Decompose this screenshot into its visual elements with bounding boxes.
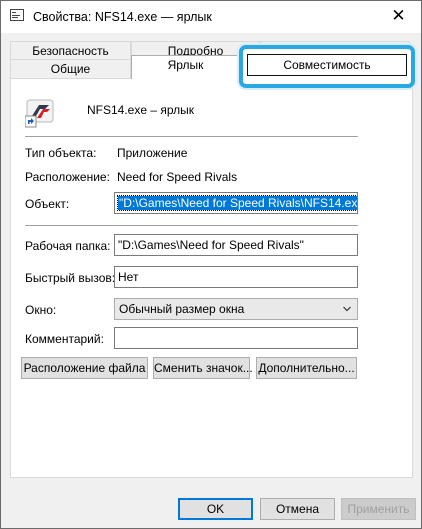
divider	[25, 136, 358, 137]
hotkey-field[interactable]: Нет	[114, 266, 358, 288]
comment-field[interactable]	[114, 327, 358, 349]
close-icon: ✕	[391, 6, 406, 25]
comment-label: Комментарий:	[25, 332, 104, 346]
apply-button[interactable]: Применить	[341, 498, 416, 520]
tab-security[interactable]: Безопасность	[10, 41, 131, 61]
divider	[25, 225, 358, 226]
target-field[interactable]: "D:\Games\Need for Speed Rivals\NFS14.ex…	[114, 192, 358, 214]
target-value: "D:\Games\Need for Speed Rivals\NFS14.ex…	[116, 195, 357, 211]
run-select-value: Обычный размер окна	[119, 302, 245, 316]
properties-icon	[10, 9, 24, 21]
title-bar: Свойства: NFS14.exe — ярлык ✕	[1, 1, 421, 33]
close-button[interactable]: ✕	[376, 1, 421, 32]
tab-general[interactable]: Общие	[10, 59, 131, 79]
run-select[interactable]: Обычный размер окна	[114, 298, 358, 320]
type-label: Тип объекта:	[25, 146, 97, 160]
location-value: Need for Speed Rivals	[117, 170, 238, 184]
type-value: Приложение	[117, 146, 188, 160]
hotkey-label: Быстрый вызов:	[25, 271, 116, 285]
open-file-location-button[interactable]: Расположение файла	[21, 357, 148, 379]
start-in-label: Рабочая папка:	[25, 239, 111, 253]
location-label: Расположение:	[25, 170, 110, 184]
tab-shortcut[interactable]: Ярлык	[131, 55, 240, 79]
ok-button[interactable]: OK	[178, 498, 253, 520]
target-label: Объект:	[25, 197, 70, 211]
cancel-button[interactable]: Отмена	[260, 498, 335, 520]
run-label: Окно:	[25, 303, 57, 317]
start-in-field[interactable]: "D:\Games\Need for Speed Rivals"	[114, 234, 358, 256]
properties-dialog: Свойства: NFS14.exe — ярлык ✕ Безопаснос…	[0, 0, 422, 529]
advanced-button[interactable]: Дополнительно...	[256, 357, 357, 379]
nfs-shortcut-icon	[25, 99, 54, 128]
tab-compatibility[interactable]: Совместимость	[247, 54, 407, 76]
chevron-down-icon	[343, 306, 351, 312]
shortcut-name: NFS14.exe – ярлык	[87, 103, 195, 117]
compatibility-tab-highlight: Совместимость	[239, 45, 415, 88]
window-title: Свойства: NFS14.exe — ярлык	[33, 10, 212, 24]
change-icon-button[interactable]: Сменить значок...	[153, 357, 253, 379]
